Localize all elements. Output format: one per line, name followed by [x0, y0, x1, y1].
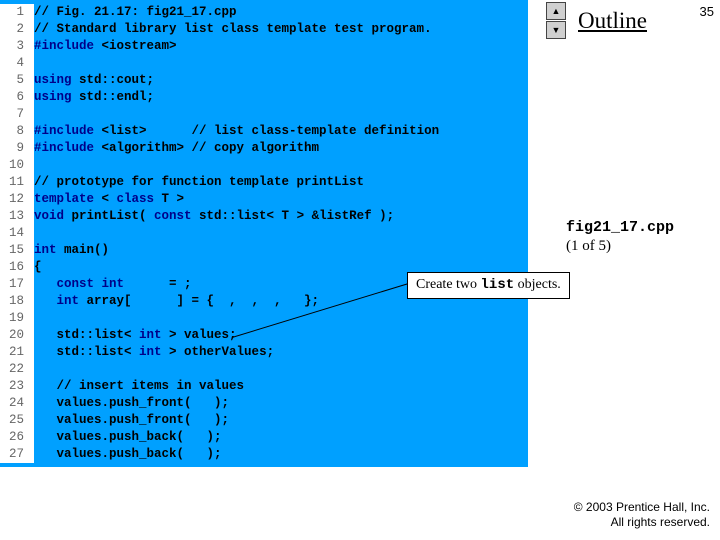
code-line: values.push_back( );: [34, 429, 222, 446]
lineno: 23: [0, 378, 34, 395]
code-line: {: [34, 259, 42, 276]
lineno: 14: [0, 225, 34, 242]
lineno: 2: [0, 21, 34, 38]
code-line: std::list< int > values;: [34, 327, 237, 344]
lineno: 3: [0, 38, 34, 55]
code-line: #include <iostream>: [34, 38, 177, 55]
code-line: // Standard library list class template …: [34, 21, 432, 38]
callout-box: Create two list objects.: [407, 272, 570, 299]
code-line: std::list< int > otherValues;: [34, 344, 274, 361]
code-line: // prototype for function template print…: [34, 174, 364, 191]
lineno: 18: [0, 293, 34, 310]
lineno: 26: [0, 429, 34, 446]
lineno: 4: [0, 55, 34, 72]
code-line: const int = ;: [34, 276, 192, 293]
outline-heading: Outline: [578, 8, 647, 34]
scroll-up-button[interactable]: ▲: [546, 2, 566, 20]
code-line: // insert items in values: [34, 378, 244, 395]
lineno: 12: [0, 191, 34, 208]
lineno: 22: [0, 361, 34, 378]
triangle-down-icon: ▼: [552, 26, 561, 35]
lineno: 1: [0, 4, 34, 21]
code-block: 1// Fig. 21.17: fig21_17.cpp 2// Standar…: [0, 0, 528, 467]
lineno: 8: [0, 123, 34, 140]
lineno: 5: [0, 72, 34, 89]
lineno: 21: [0, 344, 34, 361]
code-line: values.push_front( );: [34, 412, 229, 429]
page-number: 35: [700, 4, 714, 19]
lineno: 27: [0, 446, 34, 463]
lineno: 11: [0, 174, 34, 191]
code-line: using std::endl;: [34, 89, 154, 106]
copyright-footer: © 2003 Prentice Hall, Inc. All rights re…: [574, 500, 710, 530]
code-line: using std::cout;: [34, 72, 154, 89]
scroll-down-button[interactable]: ▼: [546, 21, 566, 39]
code-line: // Fig. 21.17: fig21_17.cpp: [34, 4, 237, 21]
lineno: 10: [0, 157, 34, 174]
code-line: #include <list> // list class-template d…: [34, 123, 439, 140]
code-line: int main(): [34, 242, 109, 259]
code-line: values.push_back( );: [34, 446, 222, 463]
file-label: fig21_17.cpp (1 of 5): [566, 218, 674, 256]
triangle-up-icon: ▲: [552, 7, 561, 16]
lineno: 20: [0, 327, 34, 344]
lineno: 17: [0, 276, 34, 293]
code-line: template < class T >: [34, 191, 184, 208]
code-line: int array[ ] = { , , , };: [34, 293, 319, 310]
lineno: 7: [0, 106, 34, 123]
code-line: #include <algorithm> // copy algorithm: [34, 140, 319, 157]
lineno: 16: [0, 259, 34, 276]
lineno: 13: [0, 208, 34, 225]
code-line: void printList( const std::list< T > &li…: [34, 208, 394, 225]
lineno: 24: [0, 395, 34, 412]
lineno: 9: [0, 140, 34, 157]
lineno: 19: [0, 310, 34, 327]
code-line: values.push_front( );: [34, 395, 229, 412]
lineno: 6: [0, 89, 34, 106]
right-column: ▲ ▼ Outline 35 fig21_17.cpp (1 of 5): [542, 2, 714, 39]
lineno: 15: [0, 242, 34, 259]
lineno: 25: [0, 412, 34, 429]
